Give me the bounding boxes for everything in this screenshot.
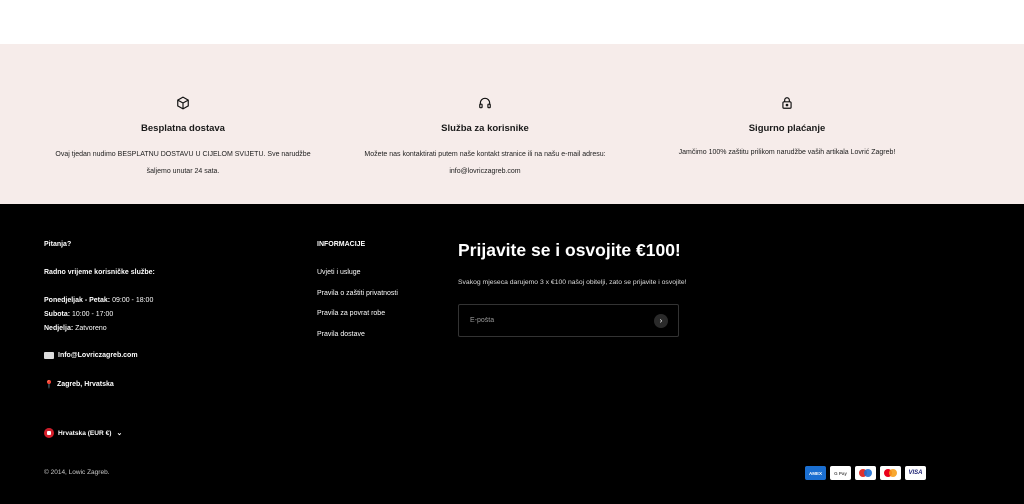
google-pay-icon: G Pay bbox=[830, 466, 851, 480]
info-link-terms[interactable]: Uvjeti i usluge bbox=[317, 269, 361, 276]
currency-label: Hrvatska (EUR €) bbox=[58, 429, 112, 437]
submit-arrow-button[interactable]: › bbox=[654, 314, 668, 328]
hours-row: Nedjelja: Zatvoreno bbox=[44, 325, 107, 332]
hours-row: Subota: 10:00 - 17:00 bbox=[44, 311, 114, 318]
support-email-link[interactable]: info@lovriczagreb.com bbox=[340, 163, 630, 180]
headset-icon bbox=[340, 96, 630, 112]
hours-heading: Radno vrijeme korisničke službe: bbox=[44, 269, 155, 276]
mastercard-icon bbox=[880, 466, 901, 480]
payment-methods: AMEX G Pay VISA bbox=[805, 466, 926, 480]
contact-email-link[interactable]: Info@Lovriczagreb.com bbox=[44, 352, 138, 359]
chevron-down-icon: ⌄ bbox=[116, 430, 123, 437]
box-icon bbox=[38, 96, 328, 112]
currency-selector[interactable]: Hrvatska (EUR €) ⌄ bbox=[44, 428, 122, 438]
info-link-returns[interactable]: Pravila za povrat robe bbox=[317, 310, 385, 317]
feature-text: Ovaj tjedan nudimo BESPLATNU DOSTAVU U C… bbox=[55, 151, 311, 175]
info-link-privacy[interactable]: Pravila o zaštiti privatnosti bbox=[317, 290, 398, 297]
email-input[interactable] bbox=[459, 305, 649, 336]
maestro-icon bbox=[855, 466, 876, 480]
lock-icon bbox=[642, 96, 932, 112]
contact-location: 📍 Zagreb, Hrvatska bbox=[44, 380, 114, 389]
feature-text: Možete nas kontaktirati putem naše konta… bbox=[340, 146, 630, 180]
copyright: © 2014, Lowic Zagreb. bbox=[44, 469, 110, 476]
amex-icon: AMEX bbox=[805, 466, 826, 480]
page-top-area bbox=[0, 0, 1024, 44]
newsletter-form: › bbox=[458, 304, 679, 337]
envelope-icon bbox=[44, 352, 54, 359]
feature-title: Besplatna dostava bbox=[141, 123, 225, 134]
visa-icon: VISA bbox=[905, 466, 926, 480]
arrow-right-icon: › bbox=[659, 316, 663, 325]
info-link-shipping[interactable]: Pravila dostave bbox=[317, 331, 365, 338]
feature-title: Sigurno plaćanje bbox=[748, 123, 826, 134]
info-heading: INFORMACIJE bbox=[317, 241, 366, 248]
hours-row: Ponedjeljak - Petak: 09:00 - 18:00 bbox=[44, 297, 154, 304]
newsletter-title: Prijavite se i osvojite €100! bbox=[458, 240, 681, 260]
feature-text: Jamčimo 100% zaštitu prilikom narudžbe v… bbox=[678, 149, 896, 156]
feature-title: Služba za korisnike bbox=[441, 123, 529, 134]
newsletter-text: Svakog mjeseca darujemo 3 x €100 našoj o… bbox=[458, 279, 687, 286]
contact-heading: Pitanja? bbox=[44, 241, 72, 248]
site-footer: Pitanja? Radno vrijeme korisničke službe… bbox=[0, 204, 1024, 504]
map-pin-icon: 📍 bbox=[44, 380, 54, 389]
features-band: Besplatna dostava Ovaj tjedan nudimo BES… bbox=[0, 44, 1024, 204]
croatia-flag-icon bbox=[44, 428, 54, 438]
